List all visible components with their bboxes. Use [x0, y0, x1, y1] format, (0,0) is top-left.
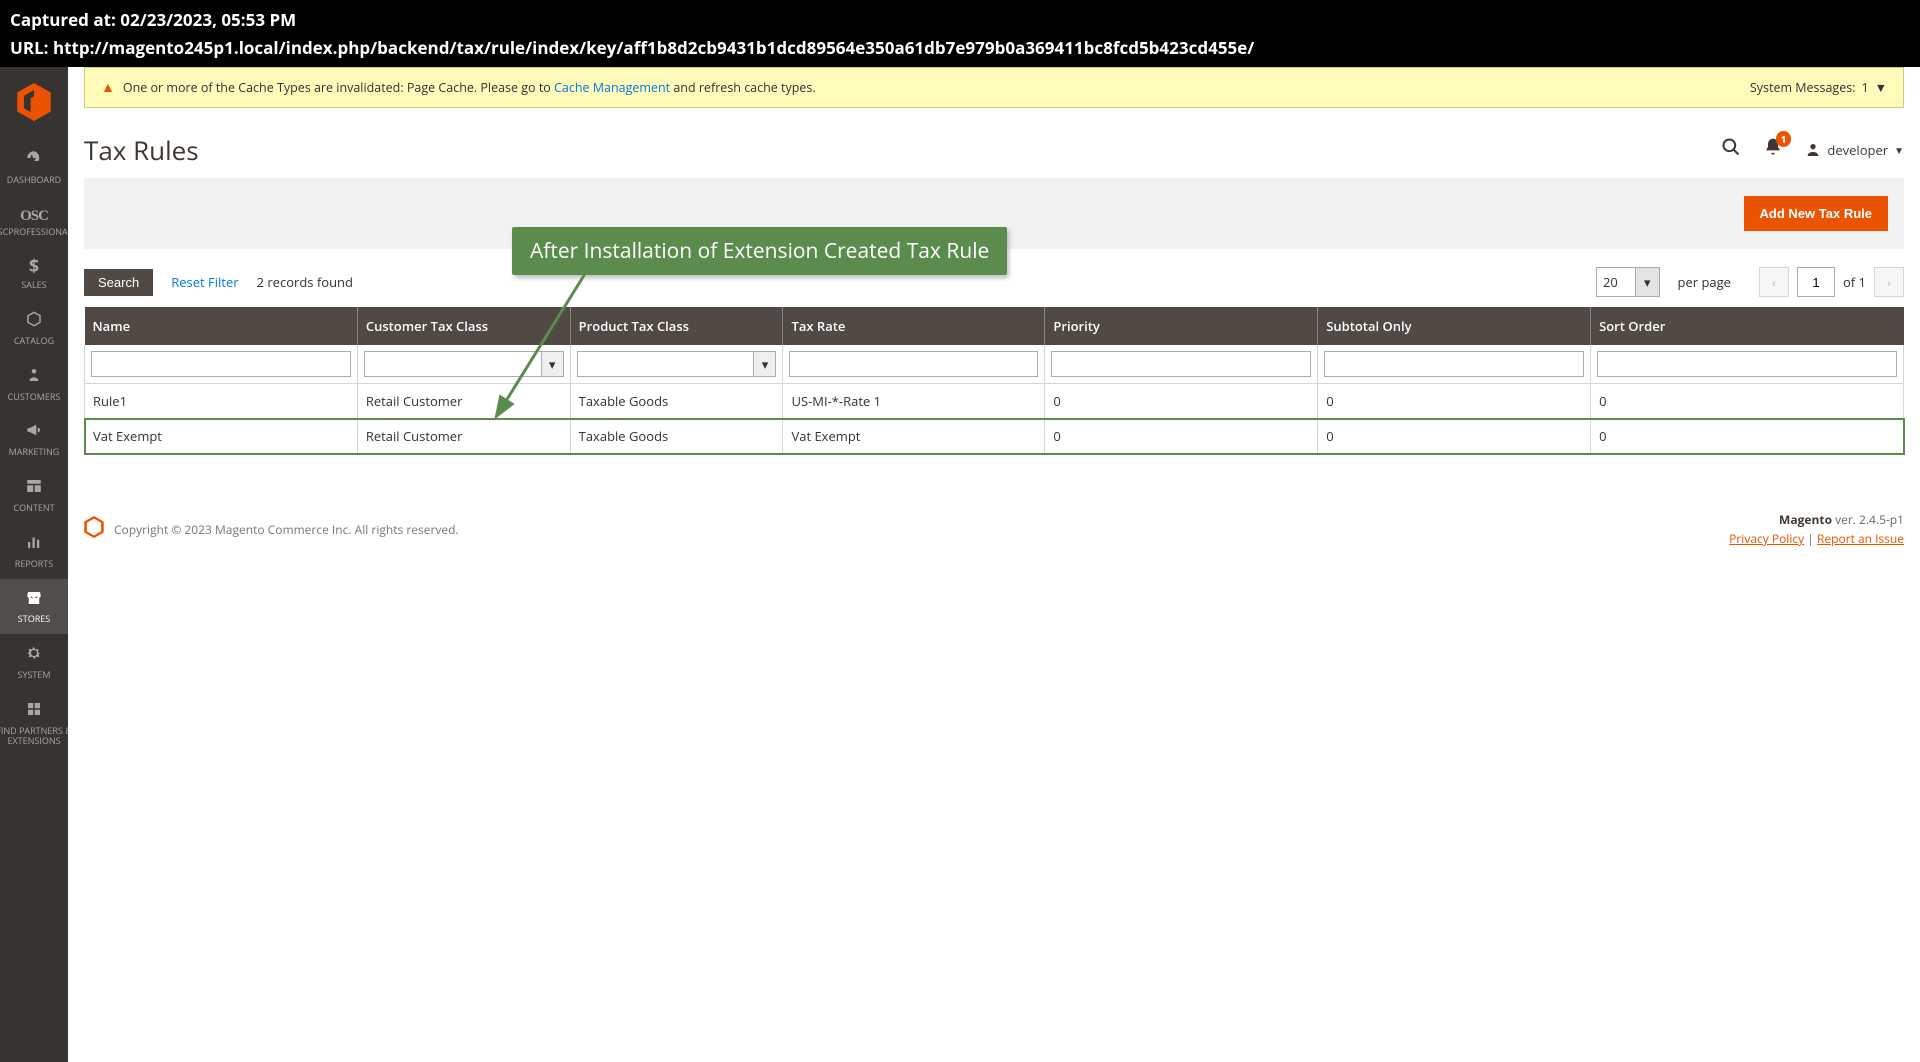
chevron-down-icon: ▼ [1875, 79, 1887, 96]
table-header-row: Name Customer Tax Class Product Tax Clas… [85, 307, 1904, 345]
cell-ptc: Taxable Goods [570, 384, 783, 419]
cell-pri: 0 [1045, 419, 1318, 454]
sidebar-item-label: STORES [0, 614, 77, 624]
cell-ptc: Taxable Goods [570, 419, 783, 454]
admin-sidebar: DASHBOARDOSCOSCPROFESSIONALS$SALESCATALO… [0, 67, 68, 1062]
page-total-label: of 1 [1843, 273, 1866, 291]
osc-icon: OSC [0, 205, 77, 225]
filter-subtotal-only-input[interactable] [1324, 351, 1584, 377]
privacy-policy-link[interactable]: Privacy Policy [1729, 530, 1804, 547]
search-button[interactable]: Search [84, 269, 153, 296]
gear-icon [0, 644, 77, 667]
filter-customer-tax-class-select[interactable] [364, 351, 542, 377]
chevron-down-icon[interactable]: ▾ [542, 351, 564, 377]
sidebar-item-label: CATALOG [0, 336, 77, 346]
sidebar-item-label: OSCPROFESSIONALS [0, 227, 77, 237]
annotation-label: After Installation of Extension Created … [512, 227, 1007, 275]
filter-name-input[interactable] [91, 351, 351, 377]
cell-sub: 0 [1318, 419, 1591, 454]
capture-info-bar: Captured at: 02/23/2023, 05:53 PM URL: h… [0, 0, 1920, 67]
filter-sort-order-input[interactable] [1597, 351, 1897, 377]
cell-name: Rule1 [85, 384, 358, 419]
sidebar-item-label: MARKETING [0, 447, 77, 457]
sidebar-item-label: REPORTS [0, 559, 77, 569]
cache-management-link[interactable]: Cache Management [554, 79, 670, 96]
col-header-name[interactable]: Name [85, 307, 358, 345]
records-found-label: 2 records found [257, 273, 353, 291]
add-new-tax-rule-button[interactable]: Add New Tax Rule [1744, 196, 1888, 231]
cell-rate: US-MI-*-Rate 1 [783, 384, 1045, 419]
cell-pri: 0 [1045, 384, 1318, 419]
chevron-down-icon[interactable]: ▾ [1636, 267, 1660, 297]
bars-icon [0, 533, 77, 556]
sidebar-item-label: CUSTOMERS [0, 392, 77, 402]
capture-url: URL: http://magento245p1.local/index.php… [10, 35, 1910, 61]
chevron-down-icon[interactable]: ▾ [754, 351, 776, 377]
gauge-icon [0, 149, 77, 172]
cell-rate: Vat Exempt [783, 419, 1045, 454]
table-row[interactable]: Rule1Retail CustomerTaxable GoodsUS-MI-*… [85, 384, 1904, 419]
megaphone-icon [0, 421, 77, 444]
magento-logo-icon[interactable] [17, 83, 51, 125]
user-account-dropdown[interactable]: developer ▼ [1805, 141, 1904, 159]
notification-count-badge: 1 [1776, 131, 1792, 147]
sidebar-item-label: SYSTEM [0, 670, 77, 680]
filter-priority-input[interactable] [1051, 351, 1311, 377]
sidebar-item-label: SALES [0, 280, 77, 290]
col-header-customer-tax-class[interactable]: Customer Tax Class [357, 307, 570, 345]
page-title: Tax Rules [84, 132, 199, 168]
notifications-bell-icon[interactable]: 1 [1763, 137, 1783, 163]
tax-rules-table: Name Customer Tax Class Product Tax Clas… [84, 307, 1904, 454]
page-number-input[interactable] [1797, 267, 1835, 297]
capture-timestamp: Captured at: 02/23/2023, 05:53 PM [10, 7, 1910, 33]
col-header-sort-order[interactable]: Sort Order [1591, 307, 1904, 345]
cell-name: Vat Exempt [85, 419, 358, 454]
warning-icon: ▲ [101, 78, 115, 97]
per-page-label: per page [1678, 273, 1731, 291]
col-header-product-tax-class[interactable]: Product Tax Class [570, 307, 783, 345]
system-messages-toggle[interactable]: System Messages: 1 ▼ [1750, 79, 1887, 96]
system-message-bar: ▲ One or more of the Cache Types are inv… [84, 67, 1904, 108]
magento-logo-icon [84, 516, 104, 542]
system-message-text: One or more of the Cache Types are inval… [123, 79, 816, 96]
cell-sort: 0 [1591, 419, 1904, 454]
cell-ctc: Retail Customer [357, 419, 570, 454]
store-icon [0, 589, 77, 612]
search-icon[interactable] [1721, 137, 1741, 163]
main-content: ▲ One or more of the Cache Types are inv… [68, 67, 1920, 1062]
sidebar-item-label: DASHBOARD [0, 175, 77, 185]
dollar-icon: $ [0, 257, 77, 277]
table-filter-row: ▾ ▾ [85, 345, 1904, 384]
col-header-tax-rate[interactable]: Tax Rate [783, 307, 1045, 345]
col-header-priority[interactable]: Priority [1045, 307, 1318, 345]
report-issue-link[interactable]: Report an Issue [1817, 530, 1904, 547]
box-icon [0, 310, 77, 333]
cell-sort: 0 [1591, 384, 1904, 419]
chevron-down-icon: ▼ [1894, 143, 1904, 157]
filter-tax-rate-input[interactable] [789, 351, 1038, 377]
layout-icon [0, 477, 77, 500]
page-footer: Copyright © 2023 Magento Commerce Inc. A… [84, 510, 1904, 548]
person-icon [0, 366, 77, 389]
reset-filter-link[interactable]: Reset Filter [171, 273, 238, 291]
col-header-subtotal-only[interactable]: Subtotal Only [1318, 307, 1591, 345]
filter-product-tax-class-select[interactable] [577, 351, 755, 377]
cell-sub: 0 [1318, 384, 1591, 419]
partners-icon [0, 700, 77, 723]
sidebar-item-label: CONTENT [0, 503, 77, 513]
cell-ctc: Retail Customer [357, 384, 570, 419]
per-page-select[interactable]: 20 ▾ [1596, 267, 1660, 297]
copyright-text: Copyright © 2023 Magento Commerce Inc. A… [114, 521, 459, 538]
table-row[interactable]: Vat ExemptRetail CustomerTaxable GoodsVa… [85, 419, 1904, 454]
sidebar-item-label: FIND PARTNERS & EXTENSIONS [0, 726, 77, 746]
prev-page-button[interactable]: ‹ [1759, 267, 1789, 297]
next-page-button[interactable]: › [1874, 267, 1904, 297]
